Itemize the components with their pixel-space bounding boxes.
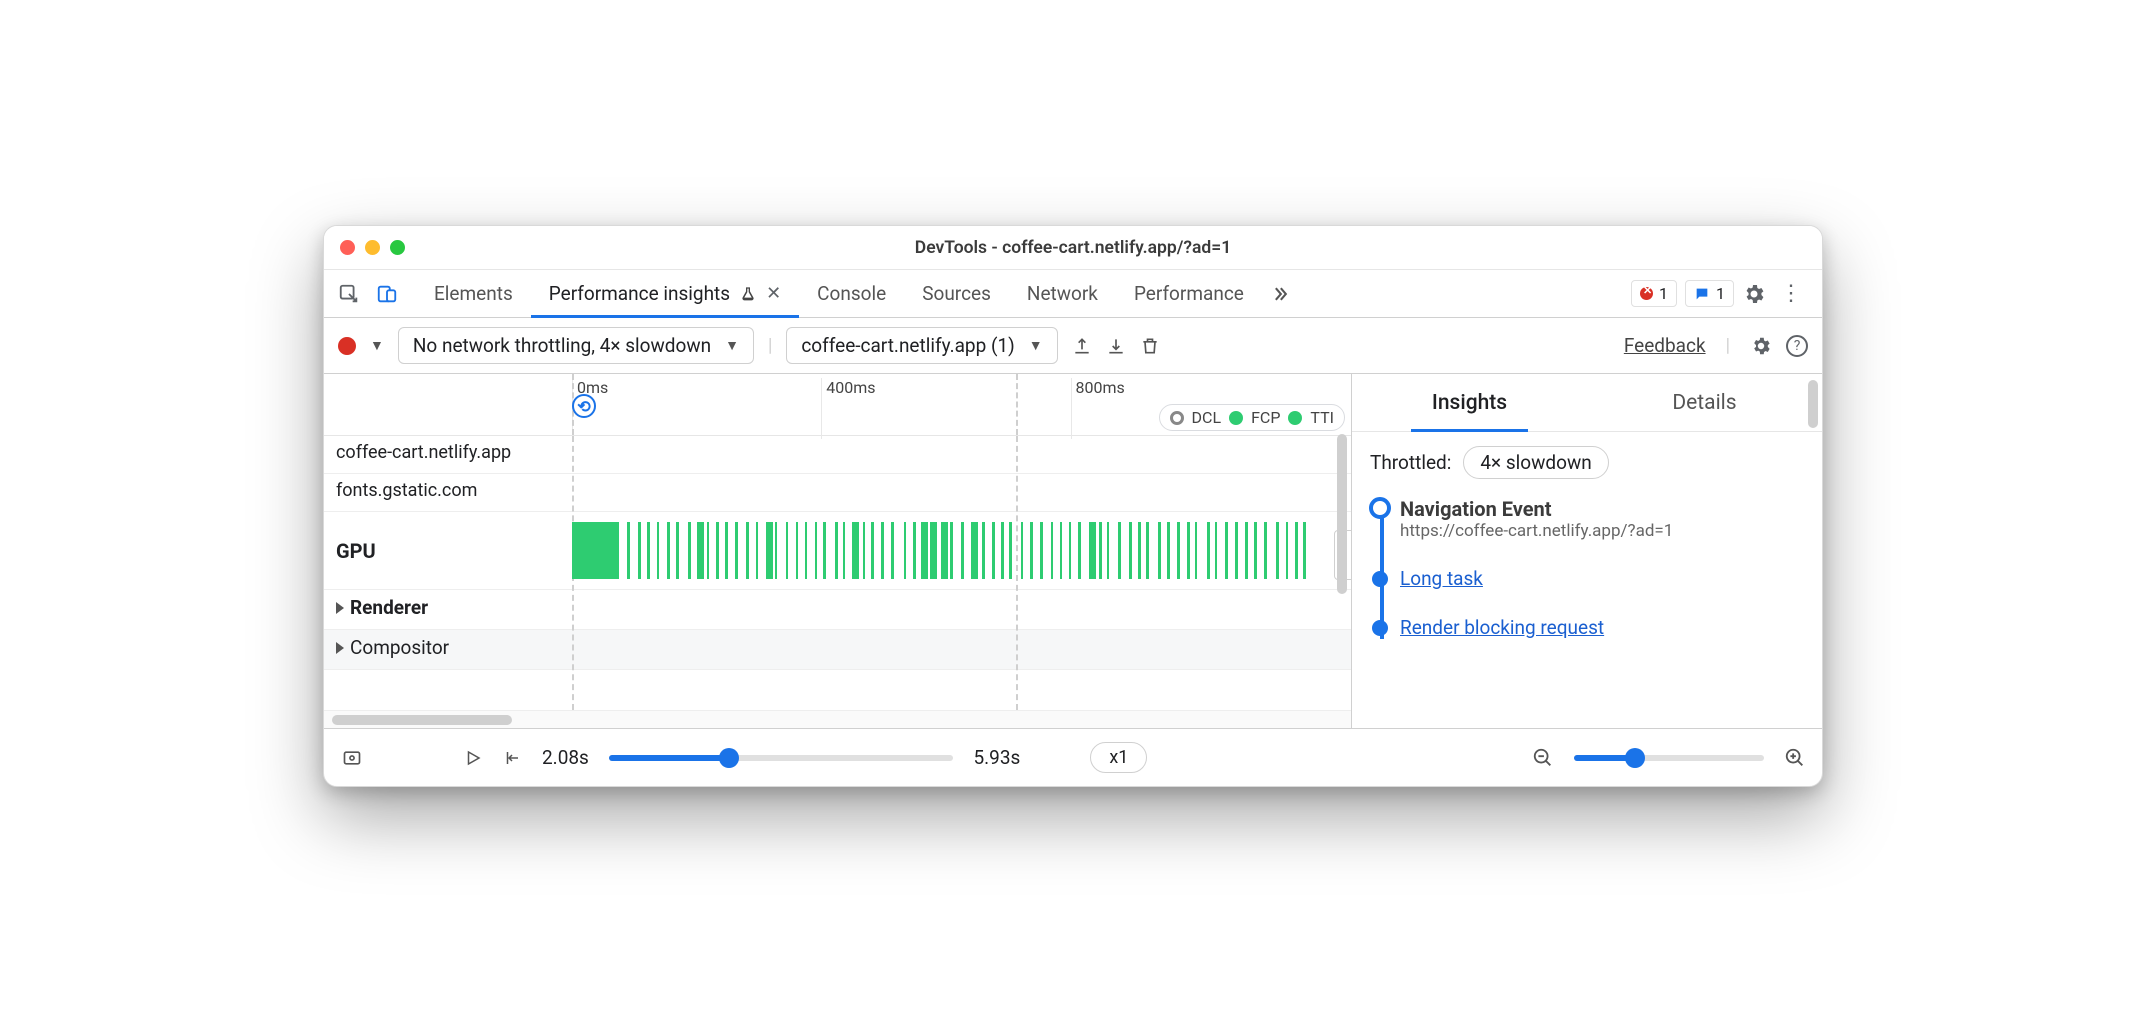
playback-start-time: 2.08s bbox=[542, 746, 589, 769]
gpu-row[interactable]: GPU bbox=[324, 512, 1351, 590]
beaker-icon bbox=[740, 285, 756, 303]
zoom-out-icon[interactable] bbox=[1532, 747, 1554, 769]
settings-icon[interactable] bbox=[1742, 282, 1766, 306]
network-origin-row[interactable]: fonts.gstatic.com bbox=[324, 474, 1351, 512]
errors-badge[interactable]: ✕ 1 bbox=[1631, 280, 1677, 307]
message-icon bbox=[1694, 286, 1710, 302]
tti-marker-icon bbox=[1288, 411, 1302, 425]
event-node-icon bbox=[1372, 620, 1388, 636]
throttle-summary: Throttled: 4× slowdown bbox=[1370, 446, 1804, 479]
render-blocking-link[interactable]: Render blocking request bbox=[1400, 616, 1604, 639]
compositor-section[interactable]: Compositor bbox=[324, 630, 1351, 670]
time-ruler: 0ms 400ms 800ms ⟲ DCL FCP TTI bbox=[324, 374, 1351, 436]
event-node-icon bbox=[1369, 497, 1391, 519]
timeline-pane[interactable]: 0ms 400ms 800ms ⟲ DCL FCP TTI bbox=[324, 374, 1352, 728]
device-toolbar-icon[interactable] bbox=[370, 277, 404, 311]
panel-tabs: Elements Performance insights ✕ Console … bbox=[416, 270, 1627, 317]
expand-triangle-icon bbox=[336, 602, 344, 614]
playback-footer: 2.08s 5.93s x1 bbox=[324, 728, 1822, 786]
tab-console[interactable]: Console bbox=[799, 270, 904, 317]
chevron-down-icon: ▼ bbox=[725, 337, 739, 354]
error-dot-icon: ✕ bbox=[1640, 287, 1653, 300]
help-icon[interactable]: ? bbox=[1786, 335, 1808, 357]
main-split: 0ms 400ms 800ms ⟲ DCL FCP TTI bbox=[324, 374, 1822, 728]
titlebar: DevTools - coffee-cart.netlify.app/?ad=1 bbox=[324, 226, 1822, 270]
zoom-in-icon[interactable] bbox=[1784, 747, 1806, 769]
event-navigation[interactable]: Navigation Event https://coffee-cart.net… bbox=[1400, 497, 1804, 541]
window-title: DevTools - coffee-cart.netlify.app/?ad=1 bbox=[324, 238, 1822, 258]
side-tabs: Insights Details bbox=[1352, 374, 1822, 432]
renderer-section[interactable]: Renderer bbox=[324, 590, 1351, 630]
insights-body[interactable]: Throttled: 4× slowdown Navigation Event … bbox=[1352, 432, 1822, 728]
skip-back-icon[interactable] bbox=[502, 749, 522, 767]
gpu-lane bbox=[572, 512, 1351, 589]
insights-event-list: Navigation Event https://coffee-cart.net… bbox=[1370, 497, 1804, 639]
event-node-icon bbox=[1372, 571, 1388, 587]
kebab-menu-icon[interactable]: ⋮ bbox=[1774, 281, 1808, 306]
playback-slider[interactable] bbox=[609, 755, 954, 761]
devtools-window: DevTools - coffee-cart.netlify.app/?ad=1… bbox=[323, 225, 1823, 787]
side-panel: Insights Details Throttled: 4× slowdown … bbox=[1352, 374, 1822, 728]
vertical-scrollbar[interactable] bbox=[1337, 434, 1347, 594]
throttle-chip[interactable]: 4× slowdown bbox=[1463, 446, 1608, 479]
tab-elements[interactable]: Elements bbox=[416, 270, 531, 317]
web-vitals-markers[interactable]: DCL FCP TTI bbox=[1159, 404, 1345, 431]
event-long-task[interactable]: Long task bbox=[1400, 567, 1804, 590]
tab-performance[interactable]: Performance bbox=[1116, 270, 1262, 317]
status-area: ✕ 1 1 ⋮ bbox=[1631, 280, 1814, 307]
insights-toolbar: ▼ No network throttling, 4× slowdown ▼ |… bbox=[324, 318, 1822, 374]
panel-settings-icon[interactable] bbox=[1750, 335, 1772, 357]
zoom-slider[interactable] bbox=[1574, 755, 1764, 761]
play-icon[interactable] bbox=[464, 749, 482, 767]
side-tab-details[interactable]: Details bbox=[1587, 374, 1822, 431]
throttle-select[interactable]: No network throttling, 4× slowdown ▼ bbox=[398, 327, 754, 364]
event-render-blocking[interactable]: Render blocking request bbox=[1400, 616, 1804, 639]
import-icon[interactable] bbox=[1106, 336, 1126, 356]
messages-badge[interactable]: 1 bbox=[1685, 280, 1734, 307]
expand-triangle-icon bbox=[336, 642, 344, 654]
tab-sources[interactable]: Sources bbox=[904, 270, 1009, 317]
side-tab-insights[interactable]: Insights bbox=[1352, 374, 1587, 431]
horizontal-scrollbar[interactable] bbox=[324, 710, 1351, 728]
timeline-rows: coffee-cart.netlify.app fonts.gstatic.co… bbox=[324, 436, 1351, 710]
tab-performance-insights[interactable]: Performance insights ✕ bbox=[531, 270, 799, 317]
side-scrollbar[interactable] bbox=[1808, 380, 1818, 428]
playback-end-time: 5.93s bbox=[973, 746, 1020, 769]
feedback-link[interactable]: Feedback bbox=[1624, 334, 1706, 357]
navigation-marker-icon[interactable]: ⟲ bbox=[572, 394, 596, 418]
record-button[interactable] bbox=[338, 337, 356, 355]
tab-network[interactable]: Network bbox=[1009, 270, 1116, 317]
long-task-link[interactable]: Long task bbox=[1400, 567, 1483, 590]
panel-tabstrip: Elements Performance insights ✕ Console … bbox=[324, 270, 1822, 318]
screenshot-toggle-icon[interactable] bbox=[340, 748, 364, 768]
trash-icon[interactable] bbox=[1140, 336, 1160, 356]
close-tab-icon[interactable]: ✕ bbox=[766, 283, 781, 304]
playback-speed-chip[interactable]: x1 bbox=[1090, 742, 1147, 773]
recording-select[interactable]: coffee-cart.netlify.app (1) ▼ bbox=[786, 327, 1057, 364]
dcl-marker-icon bbox=[1170, 411, 1184, 425]
record-options-caret-icon[interactable]: ▼ bbox=[370, 337, 384, 354]
network-origin-row[interactable]: coffee-cart.netlify.app bbox=[324, 436, 1351, 474]
chevron-down-icon: ▼ bbox=[1029, 337, 1043, 354]
inspect-element-icon[interactable] bbox=[332, 277, 366, 311]
more-tabs-button[interactable] bbox=[1262, 270, 1298, 317]
fcp-marker-icon bbox=[1229, 411, 1243, 425]
export-icon[interactable] bbox=[1072, 336, 1092, 356]
